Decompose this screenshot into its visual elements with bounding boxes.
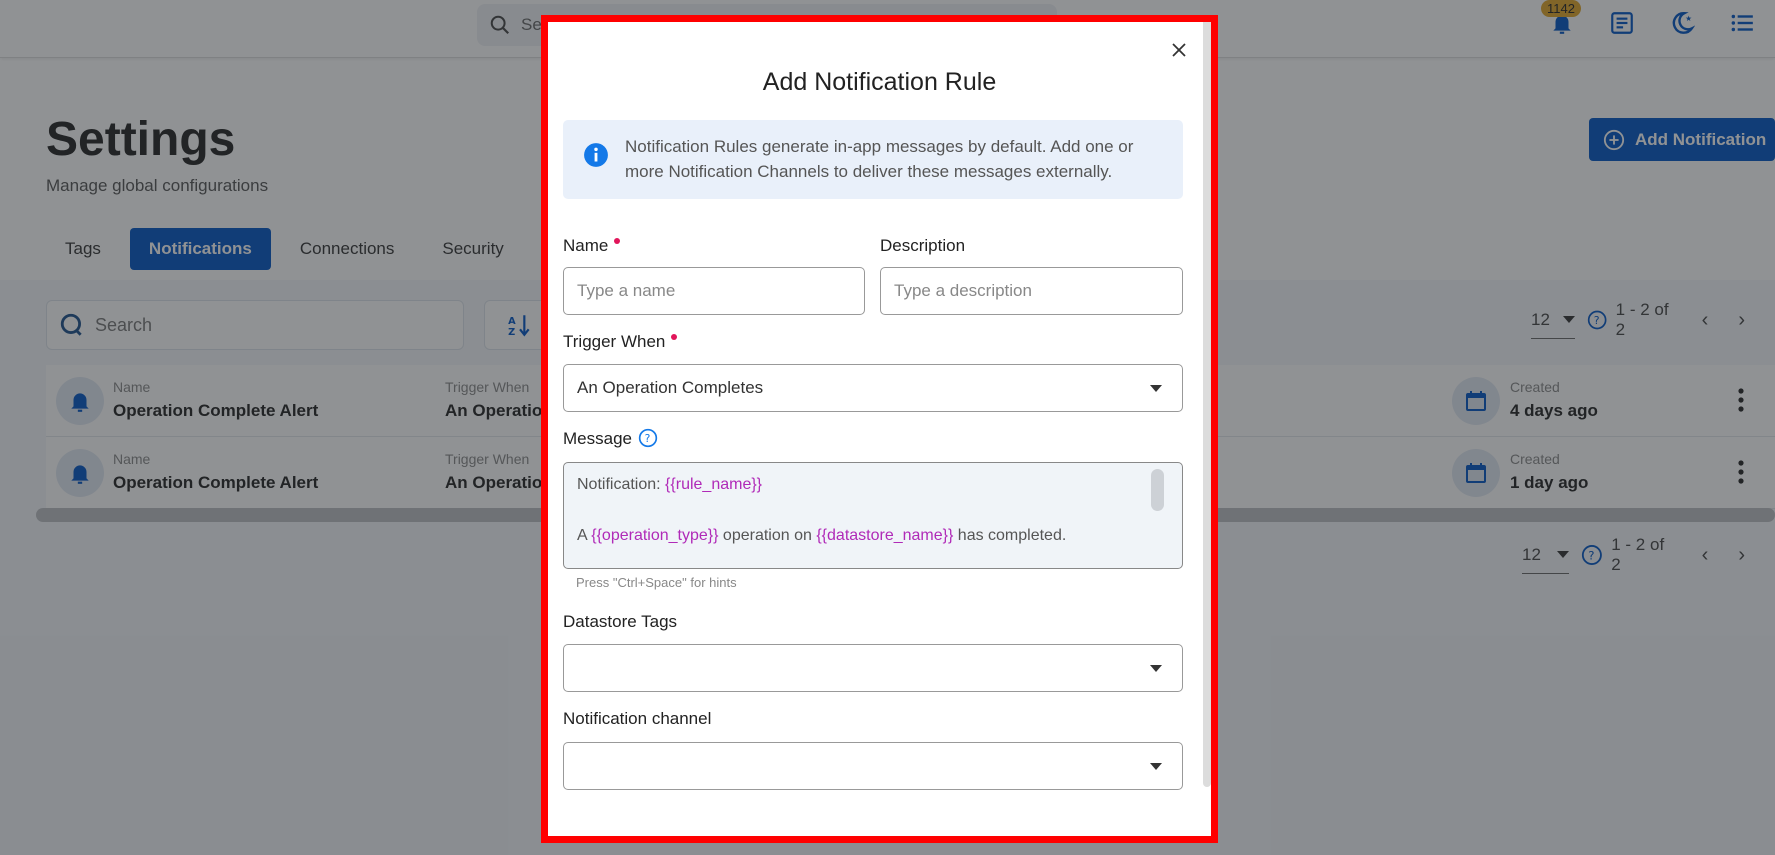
caret-down-icon [1150, 665, 1162, 672]
notification-channel-select[interactable] [563, 742, 1183, 790]
message-line-1: Notification: {{rule_name}} [577, 476, 762, 494]
required-indicator [671, 334, 678, 340]
template-variable: {{datastore_name}} [816, 527, 954, 544]
info-banner: Notification Rules generate in-app messa… [563, 120, 1183, 199]
template-variable: {{rule_name}} [665, 476, 763, 493]
message-editor[interactable]: Notification: {{rule_name}} A {{operatio… [563, 462, 1183, 569]
help-icon[interactable]: ? [638, 428, 658, 448]
message-label-text: Message [563, 429, 632, 448]
info-icon [584, 143, 608, 167]
message-text: A [577, 527, 592, 544]
caret-down-icon [1150, 763, 1162, 770]
svg-text:?: ? [645, 432, 651, 445]
add-notification-rule-dialog: Add Notification Rule Notification Rules… [548, 22, 1211, 836]
message-field-label: Message? [563, 428, 658, 449]
datastore-tags-label: Datastore Tags [563, 612, 678, 631]
description-field-label: Description [880, 236, 966, 255]
message-line-2: A {{operation_type}} operation on {{data… [577, 527, 1066, 545]
message-text: has completed. [953, 527, 1067, 544]
trigger-select[interactable]: An Operation Completes [563, 364, 1183, 412]
template-variable: {{operation_type}} [591, 527, 719, 544]
name-field-label: Name [563, 236, 621, 256]
trigger-field-label: Trigger When [563, 332, 678, 352]
message-text: operation on [718, 527, 817, 544]
editor-scrollbar[interactable] [1151, 469, 1164, 511]
modal-scrollbar[interactable] [1203, 22, 1211, 787]
modal-highlight-frame: Add Notification Rule Notification Rules… [541, 15, 1218, 843]
name-input[interactable] [563, 267, 865, 315]
name-label-text: Name [563, 236, 609, 255]
info-text: Notification Rules generate in-app messa… [625, 137, 1134, 181]
notification-channel-label: Notification channel [563, 709, 712, 728]
close-button[interactable] [1168, 39, 1190, 61]
required-indicator [614, 238, 621, 244]
close-icon [1172, 43, 1186, 57]
caret-down-icon [1150, 385, 1162, 392]
description-input[interactable] [880, 267, 1183, 315]
modal-title: Add Notification Rule [762, 68, 997, 96]
datastore-tags-select[interactable] [563, 644, 1183, 692]
editor-hint: Press "Ctrl+Space" for hints [576, 575, 737, 590]
trigger-label-text: Trigger When [563, 332, 666, 351]
trigger-selected-value: An Operation Completes [577, 378, 764, 397]
message-text: Notification: [577, 476, 666, 493]
